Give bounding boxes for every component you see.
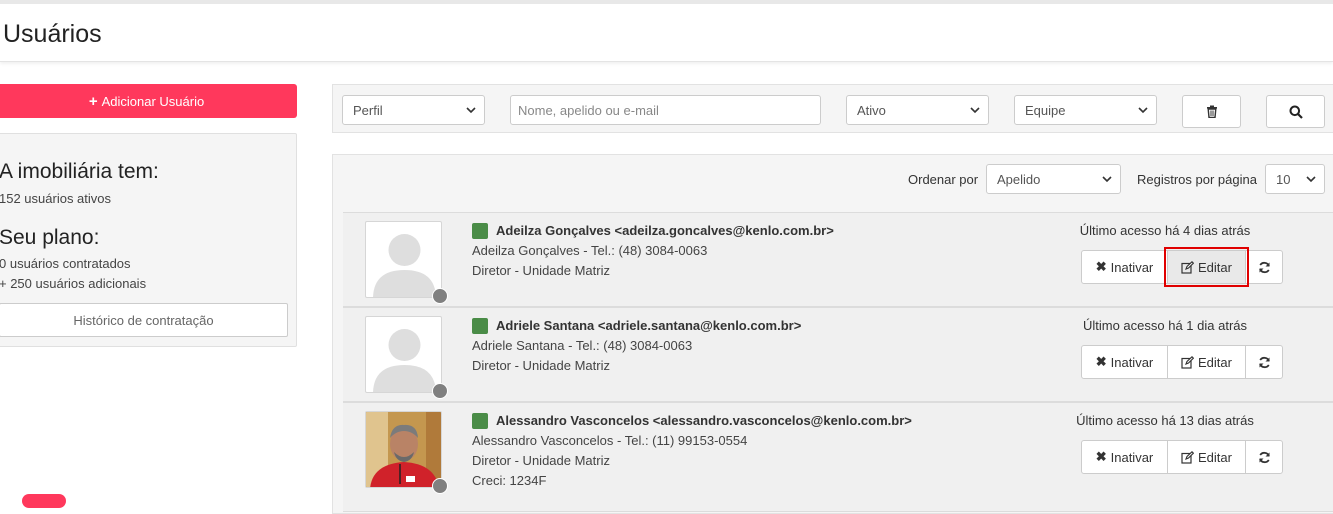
user-name-email: Adriele Santana <adriele.santana@kenlo.c… bbox=[496, 318, 802, 333]
user-actions: ✖ Inativar Editar bbox=[1081, 345, 1283, 379]
profile-select[interactable]: Perfil bbox=[342, 95, 485, 125]
user-role: Diretor - Unidade Matriz bbox=[472, 358, 610, 373]
plan-summary-box: A imobiliária tem: 152 usuários ativos S… bbox=[0, 133, 297, 347]
profile-select-value: Perfil bbox=[353, 102, 383, 118]
order-by-label: Ordenar por bbox=[908, 172, 979, 187]
per-page-value: 10 bbox=[1276, 171, 1291, 187]
search-input[interactable] bbox=[510, 95, 821, 125]
last-access: Último acesso há 13 dias atrás bbox=[1076, 413, 1254, 428]
user-role: Diretor - Unidade Matriz bbox=[472, 453, 610, 468]
edit-label: Editar bbox=[1198, 354, 1232, 370]
edit-icon bbox=[1181, 355, 1195, 369]
chevron-down-icon bbox=[466, 107, 476, 114]
plus-icon: + bbox=[88, 92, 98, 110]
avatar-placeholder bbox=[365, 221, 442, 298]
user-photo-image bbox=[366, 412, 441, 487]
reset-password-button[interactable] bbox=[1245, 250, 1283, 284]
chevron-down-icon bbox=[1306, 176, 1316, 183]
inactivate-label: Inativar bbox=[1110, 259, 1154, 275]
user-name-email: Adeilza Gonçalves <adeilza.goncalves@ken… bbox=[496, 223, 834, 238]
user-actions: ✖ Inativar Editar bbox=[1081, 440, 1283, 474]
trash-icon bbox=[1206, 105, 1217, 118]
edit-label: Editar bbox=[1198, 449, 1232, 465]
additional-users: + 250 usuários adicionais bbox=[0, 276, 147, 291]
per-page-select[interactable]: 10 bbox=[1265, 164, 1325, 194]
edit-icon bbox=[1181, 450, 1195, 464]
chevron-down-icon bbox=[1102, 176, 1112, 183]
user-name-email: Alessandro Vasconcelos <alessandro.vasco… bbox=[496, 413, 912, 428]
per-page-label: Registros por página bbox=[1137, 172, 1257, 187]
chevron-down-icon bbox=[970, 107, 980, 114]
order-by-select[interactable]: Apelido bbox=[986, 164, 1121, 194]
close-icon: ✖ bbox=[1095, 259, 1107, 274]
active-status-badge bbox=[472, 223, 488, 239]
filter-bar: Perfil Ativo Equipe bbox=[332, 84, 1333, 133]
inactivate-label: Inativar bbox=[1110, 449, 1154, 465]
active-users-count: 152 usuários ativos bbox=[0, 191, 112, 206]
team-select-value: Equipe bbox=[1025, 102, 1066, 118]
user-row: Adriele Santana <adriele.santana@kenlo.c… bbox=[343, 307, 1333, 402]
user-row: Alessandro Vasconcelos <alessandro.vasco… bbox=[343, 402, 1333, 512]
presence-dot bbox=[432, 288, 448, 304]
search-icon bbox=[1289, 105, 1303, 119]
active-status-badge bbox=[472, 318, 488, 334]
refresh-icon bbox=[1258, 356, 1270, 368]
summary-heading: A imobiliária tem: bbox=[0, 160, 159, 183]
inactivate-button[interactable]: ✖ Inativar bbox=[1081, 345, 1168, 379]
search-button[interactable] bbox=[1266, 95, 1325, 128]
avatar-placeholder bbox=[365, 316, 442, 393]
page-title: Usuários bbox=[3, 20, 102, 48]
edit-button[interactable]: Editar bbox=[1167, 345, 1246, 379]
floating-action-button[interactable] bbox=[22, 494, 66, 508]
team-select[interactable]: Equipe bbox=[1014, 95, 1157, 125]
status-select-value: Ativo bbox=[857, 102, 886, 118]
user-actions: ✖ Inativar Editar bbox=[1081, 247, 1283, 287]
refresh-icon bbox=[1258, 261, 1270, 273]
refresh-icon bbox=[1258, 451, 1270, 463]
inactivate-label: Inativar bbox=[1110, 354, 1154, 370]
status-select[interactable]: Ativo bbox=[846, 95, 989, 125]
user-row: Adeilza Gonçalves <adeilza.goncalves@ken… bbox=[343, 212, 1333, 307]
history-button[interactable]: Histórico de contratação bbox=[0, 303, 288, 337]
user-contact: Adriele Santana - Tel.: (48) 3084-0063 bbox=[472, 338, 693, 353]
close-icon: ✖ bbox=[1095, 449, 1107, 464]
reset-password-button[interactable] bbox=[1245, 440, 1283, 474]
add-user-button[interactable]: + Adicionar Usuário bbox=[0, 84, 297, 118]
inactivate-button[interactable]: ✖ Inativar bbox=[1081, 440, 1168, 474]
user-contact: Alessandro Vasconcelos - Tel.: (11) 9915… bbox=[472, 433, 748, 448]
presence-dot bbox=[432, 478, 448, 494]
plan-heading: Seu plano: bbox=[0, 226, 100, 249]
user-creci: Creci: 1234F bbox=[472, 473, 547, 488]
order-by-value: Apelido bbox=[997, 171, 1041, 187]
chevron-down-icon bbox=[1138, 107, 1148, 114]
edit-label: Editar bbox=[1198, 259, 1232, 275]
clear-filters-button[interactable] bbox=[1182, 95, 1241, 128]
active-status-badge bbox=[472, 413, 488, 429]
reset-password-button[interactable] bbox=[1245, 345, 1283, 379]
user-role: Diretor - Unidade Matriz bbox=[472, 263, 610, 278]
inactivate-button[interactable]: ✖ Inativar bbox=[1081, 250, 1168, 284]
user-contact: Adeilza Gonçalves - Tel.: (48) 3084-0063 bbox=[472, 243, 708, 258]
page-header: Usuários bbox=[0, 4, 1333, 62]
user-photo bbox=[365, 411, 442, 488]
user-list-panel: Ordenar por Apelido Registros por página… bbox=[332, 154, 1333, 514]
edit-button[interactable]: Editar bbox=[1164, 247, 1249, 287]
presence-dot bbox=[432, 383, 448, 399]
edit-button[interactable]: Editar bbox=[1167, 440, 1246, 474]
last-access: Último acesso há 4 dias atrás bbox=[1079, 223, 1251, 238]
last-access: Último acesso há 1 dia atrás bbox=[1082, 318, 1248, 333]
user-silhouette-icon bbox=[373, 234, 436, 297]
edit-icon bbox=[1181, 260, 1195, 274]
contracted-users: 0 usuários contratados bbox=[0, 256, 131, 271]
user-silhouette-icon bbox=[373, 329, 436, 392]
add-user-label: Adicionar Usuário bbox=[101, 93, 205, 109]
close-icon: ✖ bbox=[1095, 354, 1107, 369]
